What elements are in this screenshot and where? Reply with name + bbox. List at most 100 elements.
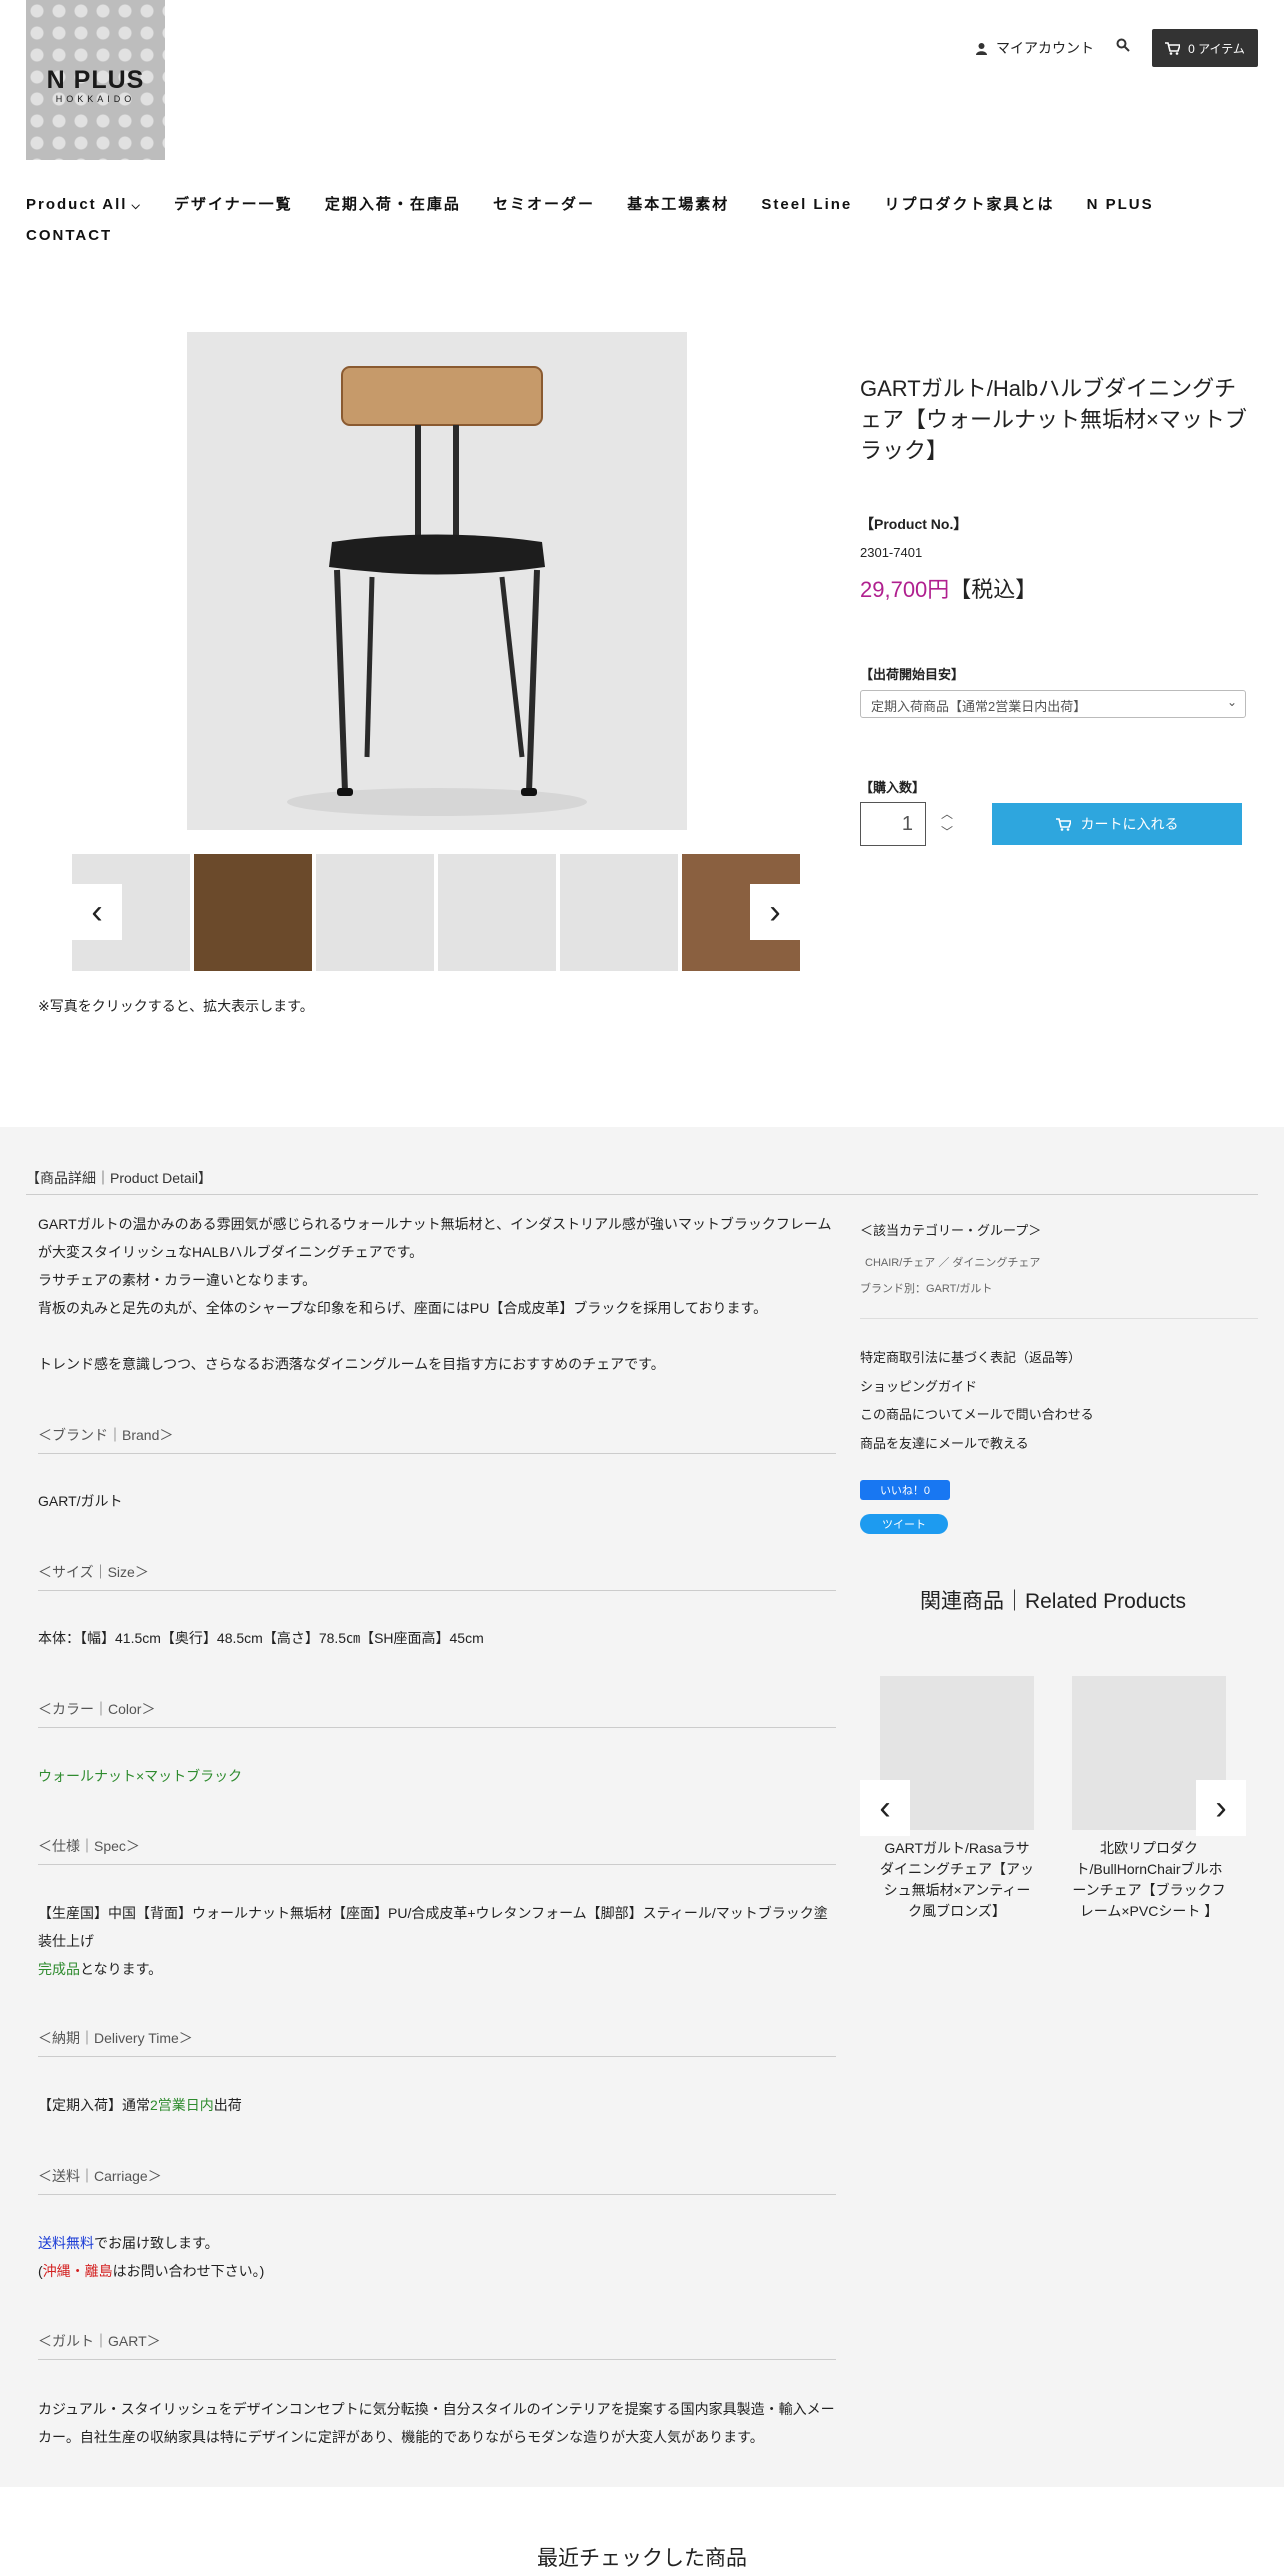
gart-value: カジュアル・スタイリッシュをデザインコンセプトに気分転換・自分スタイルのインテリ… bbox=[38, 2401, 835, 2445]
next-arrow-icon[interactable]: › bbox=[750, 884, 800, 940]
thumbnail[interactable] bbox=[316, 854, 434, 971]
product-no: 2301-7401 bbox=[860, 545, 923, 560]
price: 29,700円【税込】 bbox=[860, 572, 1037, 604]
price-value: 29,700円 bbox=[860, 577, 950, 602]
tell-friend-link[interactable]: 商品を友達にメールで教える bbox=[860, 1433, 1029, 1452]
divider bbox=[26, 1194, 1258, 1195]
nav-item-designers[interactable]: デザイナー一覧 bbox=[174, 190, 293, 220]
size-heading: ＜サイズ｜Size＞ bbox=[38, 1562, 836, 1591]
intro-line: ラサチェアの素材・カラー違いとなります。 bbox=[38, 1272, 317, 1288]
category-link[interactable]: CHAIR/チェア ／ ダイニングチェア bbox=[865, 1254, 1040, 1270]
my-account-link[interactable]: マイアカウント bbox=[975, 38, 1094, 58]
nav-item-semi-order[interactable]: セミオーダー bbox=[493, 190, 595, 220]
spec-completion-tail: となります。 bbox=[80, 1961, 163, 1977]
prev-arrow-icon[interactable]: ‹ bbox=[72, 884, 122, 940]
related-title: 関連商品｜Related Products bbox=[919, 1590, 1187, 1613]
carriage-free: 送料無料 bbox=[38, 2235, 94, 2251]
detail-section-title: 【商品詳細｜Product Detail】 bbox=[26, 1170, 212, 1186]
thumbnail[interactable] bbox=[194, 854, 312, 971]
legal-link[interactable]: 特定商取引法に基づく表記（返品等） bbox=[860, 1347, 1081, 1366]
thumbnail[interactable] bbox=[438, 854, 556, 971]
carriage-line: 送料無料でお届け致します。 bbox=[38, 2229, 838, 2257]
gart-heading: ＜ガルト｜GART＞ bbox=[38, 2331, 836, 2360]
chevron-up-icon[interactable]: ︿ bbox=[938, 805, 956, 823]
product-title: GARTガルト/Halbハルブダイニングチェア【ウォールナット無垢材×マットブラ… bbox=[860, 376, 1247, 463]
category-heading: ＜該当カテゴリー・グループ＞ bbox=[860, 1223, 1042, 1238]
ship-select-value: 定期入荷商品【通常2営業日内出荷】 bbox=[871, 699, 1087, 714]
delivery-post: 出荷 bbox=[213, 2097, 242, 2113]
nav-item-product-all[interactable]: Product All ⌵ bbox=[26, 190, 142, 221]
delivery-highlight: 2営業日内 bbox=[150, 2097, 214, 2113]
nav-item-steel-line[interactable]: Steel Line bbox=[761, 190, 852, 220]
intro-line: GARTガルトの温かみのある雰囲気が感じられるウォールナット無垢材と、インダスト… bbox=[38, 1216, 832, 1260]
ship-label: 【出荷開始目安】 bbox=[860, 667, 965, 682]
cart-label: 0 アイテム bbox=[1188, 41, 1245, 56]
divider bbox=[860, 1318, 1258, 1319]
cart-button[interactable]: 0 アイテム bbox=[1152, 29, 1258, 67]
detail-intro: GARTガルトの温かみのある雰囲気が感じられるウォールナット無垢材と、インダスト… bbox=[38, 1210, 838, 1322]
intro-line: 背板の丸みと足先の丸が、全体のシャープな印象を和らげ、座面にはPU【合成皮革】ブ… bbox=[38, 1300, 768, 1316]
related-carousel: GARTガルト/Rasaラサダイニングチェア【アッシュ無垢材×アンティーク風ブロ… bbox=[860, 1676, 1246, 1936]
cart-icon bbox=[1055, 817, 1071, 831]
add-to-cart-label: カートに入れる bbox=[1080, 816, 1179, 832]
prev-arrow-icon[interactable]: ‹ bbox=[860, 1780, 910, 1836]
size-value: 本体：【幅】41.5cm【奥行】48.5cm【高さ】78.5㎝【SH座面高】45… bbox=[38, 1630, 484, 1646]
carriage-line: (沖縄・離島はお問い合わせ下さい。) bbox=[38, 2257, 838, 2285]
nav-item-label: Product All bbox=[26, 196, 128, 213]
related-item-name[interactable]: 北欧リプロダクト/BullHornChairブルホーンチェア【ブラックフレーム×… bbox=[1072, 1838, 1226, 1922]
quantity-input[interactable]: 1 bbox=[860, 802, 926, 846]
search-icon[interactable] bbox=[1116, 38, 1130, 57]
brand-value: GART/ガルト bbox=[38, 1493, 123, 1509]
nav-item-contact[interactable]: CONTACT bbox=[26, 221, 112, 251]
related-item-name[interactable]: GARTガルト/Rasaラサダイニングチェア【アッシュ無垢材×アンティーク風ブロ… bbox=[880, 1838, 1034, 1922]
product-no-label: 【Product No.】 bbox=[860, 516, 968, 532]
logo-text: N PLUS bbox=[46, 66, 145, 94]
carriage-heading: ＜送料｜Carriage＞ bbox=[38, 2166, 836, 2195]
spec-heading: ＜仕様｜Spec＞ bbox=[38, 1836, 836, 1865]
next-arrow-icon[interactable]: › bbox=[1196, 1780, 1246, 1836]
carriage-islands: 沖縄・離島 bbox=[42, 2263, 113, 2279]
main-nav: Product All ⌵ デザイナー一覧 定期入荷・在庫品 セミオーダー 基本工… bbox=[26, 190, 1226, 251]
spec-value: 【生産国】中国【背面】ウォールナット無垢材【座面】PU/合成皮革+ウレタンフォー… bbox=[38, 1899, 838, 1983]
color-value: ウォールナット×マットブラック bbox=[38, 1768, 243, 1784]
thumbnail-strip: ‹ › bbox=[72, 854, 800, 971]
nav-item-reproduct[interactable]: リプロダクト家具とは bbox=[884, 190, 1054, 220]
recently-viewed-title: 最近チェックした商品 bbox=[537, 2547, 747, 2568]
brand-group-link[interactable]: ブランド別：GART/ガルト bbox=[860, 1280, 992, 1296]
trend-text: トレンド感を意識しつつ、さらなるお洒落なダイニングルームを目指す方におすすめのチ… bbox=[38, 1356, 665, 1372]
delivery-heading: ＜納期｜Delivery Time＞ bbox=[38, 2028, 836, 2057]
site-logo[interactable]: N PLUS HOKKAIDO bbox=[26, 0, 165, 160]
facebook-like-button[interactable]: いいね！0 bbox=[860, 1480, 950, 1500]
spec-text: 【生産国】中国【背面】ウォールナット無垢材【座面】PU/合成皮革+ウレタンフォー… bbox=[38, 1905, 828, 1949]
nav-item-materials[interactable]: 基本工場素材 bbox=[627, 190, 729, 220]
shopping-guide-link[interactable]: ショッピングガイド bbox=[860, 1376, 977, 1395]
brand-heading: ＜ブランド｜Brand＞ bbox=[38, 1425, 836, 1454]
qty-label: 【購入数】 bbox=[860, 780, 926, 795]
main-product-image[interactable] bbox=[187, 332, 687, 830]
carriage-value: 送料無料でお届け致します。 (沖縄・離島はお問い合わせ下さい。) bbox=[38, 2229, 838, 2285]
nav-item-regular-stock[interactable]: 定期入荷・在庫品 bbox=[325, 190, 461, 220]
spec-completion-highlight: 完成品 bbox=[38, 1961, 80, 1977]
carriage-tail: でお届け致します。 bbox=[94, 2235, 219, 2251]
tweet-button[interactable]: ツイート bbox=[860, 1514, 948, 1534]
carriage-post: はお問い合わせ下さい。) bbox=[112, 2263, 265, 2279]
add-to-cart-button[interactable]: カートに入れる bbox=[992, 803, 1242, 845]
price-tax: 【税込】 bbox=[949, 577, 1038, 602]
ship-select[interactable]: 定期入荷商品【通常2営業日内出荷】 ⌄ bbox=[860, 690, 1246, 718]
quantity-stepper[interactable]: ︿ ﹀ bbox=[938, 805, 956, 841]
my-account-label: マイアカウント bbox=[996, 40, 1094, 56]
user-icon bbox=[976, 42, 987, 55]
cart-icon bbox=[1165, 41, 1181, 55]
logo-subtext: HOKKAIDO bbox=[55, 94, 136, 104]
chevron-down-icon: ⌄ bbox=[1226, 695, 1237, 709]
gallery-note: ※写真をクリックすると、拡大表示します。 bbox=[38, 998, 314, 1014]
delivery-value: 【定期入荷】通常2営業日内出荷 bbox=[38, 2091, 838, 2119]
inquiry-link[interactable]: この商品についてメールで問い合わせる bbox=[860, 1404, 1094, 1423]
nav-item-nplus[interactable]: N PLUS bbox=[1087, 190, 1154, 220]
spec-completion: 完成品となります。 bbox=[38, 1955, 838, 1983]
chevron-down-icon[interactable]: ﹀ bbox=[938, 823, 956, 841]
thumbnail[interactable] bbox=[560, 854, 678, 971]
chevron-down-icon: ⌵ bbox=[131, 200, 142, 212]
color-heading: ＜カラー｜Color＞ bbox=[38, 1699, 836, 1728]
delivery-pre: 【定期入荷】通常 bbox=[38, 2097, 150, 2113]
